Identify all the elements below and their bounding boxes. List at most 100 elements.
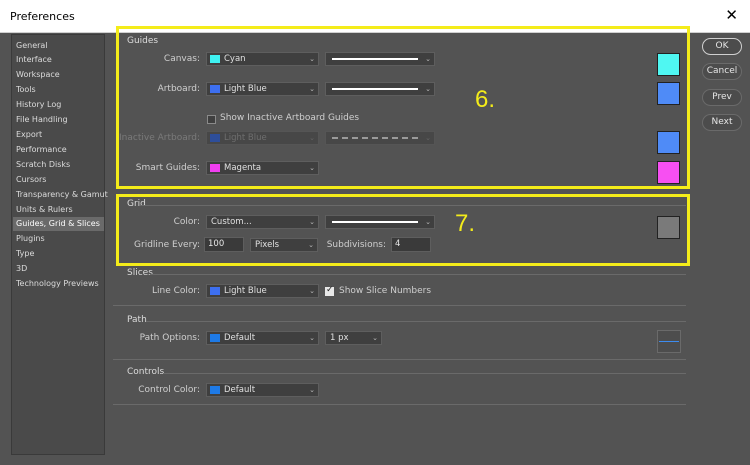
- show-slice-numbers-checkbox[interactable]: [325, 285, 334, 296]
- sidebar-item-history-log[interactable]: History Log: [16, 98, 61, 112]
- inactive-artboard-label: Inactive Artboard:: [119, 133, 200, 143]
- slices-bottom-divider: [113, 305, 686, 306]
- light-blue-swatch-icon: [210, 85, 220, 93]
- controls-bottom-divider: [113, 404, 686, 405]
- show-inactive-artboard-guides-label: Show Inactive Artboard Guides: [220, 113, 360, 123]
- gridline-unit-dropdown[interactable]: Pixels ⌄: [250, 238, 318, 252]
- sidebar-item-transparency[interactable]: Transparency & Gamut: [16, 188, 108, 202]
- sidebar-item-interface[interactable]: Interface: [16, 53, 52, 67]
- grid-style-dropdown[interactable]: ⌄: [325, 215, 435, 229]
- preferences-sidebar: General Interface Workspace Tools Histor…: [11, 34, 108, 455]
- canvas-color-swatch[interactable]: [657, 53, 680, 76]
- sidebar-item-units-rulers[interactable]: Units & Rulers: [16, 203, 73, 217]
- cancel-button[interactable]: Cancel: [702, 63, 742, 80]
- gridline-every-label: Gridline Every:: [134, 240, 200, 250]
- grid-color-value: Custom...: [211, 217, 252, 227]
- grid-color-dropdown[interactable]: Custom... ⌄: [206, 215, 319, 229]
- sidebar-item-scratch-disks[interactable]: Scratch Disks: [16, 158, 70, 172]
- guides-highlight-box: [116, 26, 690, 189]
- subdivisions-label: Subdivisions:: [326, 240, 386, 250]
- path-color-value: Default: [224, 333, 256, 343]
- sidebar-item-tools[interactable]: Tools: [16, 83, 36, 97]
- controls-section-title: Controls: [127, 367, 165, 377]
- chevron-down-icon: ⌄: [425, 85, 431, 93]
- annotation-number-six: 6.: [475, 86, 496, 113]
- path-width-dropdown[interactable]: 1 px ⌄: [325, 331, 382, 345]
- guides-section-title: Guides: [127, 36, 159, 46]
- chevron-down-icon: ⌄: [425, 218, 431, 226]
- path-color-dropdown[interactable]: Default ⌄: [206, 331, 319, 345]
- chevron-down-icon: ⌄: [425, 134, 431, 142]
- prev-button[interactable]: Prev: [702, 89, 742, 106]
- close-icon[interactable]: ✕: [725, 6, 738, 24]
- grid-section-title: Grid: [127, 199, 146, 209]
- smart-guides-color-dropdown[interactable]: Magenta ⌄: [206, 161, 319, 175]
- artboard-color-swatch[interactable]: [657, 82, 680, 105]
- path-section-divider: [146, 321, 686, 322]
- inactive-artboard-color-dropdown[interactable]: Light Blue ⌄: [206, 131, 319, 145]
- sidebar-item-type[interactable]: Type: [16, 247, 34, 261]
- chevron-down-icon: ⌄: [308, 241, 314, 249]
- sidebar-item-technology-previews[interactable]: Technology Previews: [16, 277, 99, 291]
- artboard-color-dropdown[interactable]: Light Blue ⌄: [206, 82, 319, 96]
- grid-color-label: Color:: [173, 217, 200, 227]
- artboard-color-value: Light Blue: [224, 84, 267, 94]
- path-bottom-divider: [113, 359, 686, 360]
- artboard-style-dropdown[interactable]: ⌄: [325, 82, 435, 96]
- control-color-value: Default: [224, 385, 256, 395]
- sidebar-item-workspace[interactable]: Workspace: [16, 68, 60, 82]
- smart-guides-label: Smart Guides:: [135, 163, 200, 173]
- sidebar-item-cursors[interactable]: Cursors: [16, 173, 46, 187]
- solid-line-icon: [332, 221, 418, 223]
- sidebar-item-file-handling[interactable]: File Handling: [16, 113, 68, 127]
- show-inactive-artboard-guides-checkbox[interactable]: [207, 115, 216, 124]
- artboard-label: Artboard:: [157, 84, 200, 94]
- window-title: Preferences: [10, 10, 75, 23]
- chevron-down-icon: ⌄: [309, 287, 315, 295]
- grid-color-swatch[interactable]: [657, 216, 680, 239]
- canvas-color-dropdown[interactable]: Cyan ⌄: [206, 52, 319, 66]
- slices-section-title: Slices: [127, 268, 153, 278]
- subdivisions-input[interactable]: 4: [391, 237, 431, 252]
- chevron-down-icon: ⌄: [425, 55, 431, 63]
- chevron-down-icon: ⌄: [372, 334, 378, 342]
- path-preview: [657, 330, 681, 353]
- magenta-swatch-icon: [210, 164, 220, 172]
- sidebar-item-export[interactable]: Export: [16, 128, 42, 142]
- light-blue-swatch-icon: [210, 287, 220, 295]
- next-button[interactable]: Next: [702, 114, 742, 131]
- canvas-color-value: Cyan: [224, 54, 246, 64]
- sidebar-item-performance[interactable]: Performance: [16, 143, 67, 157]
- slice-line-color-dropdown[interactable]: Light Blue ⌄: [206, 284, 319, 298]
- show-slice-numbers-label: Show Slice Numbers: [339, 286, 432, 296]
- canvas-style-dropdown[interactable]: ⌄: [325, 52, 435, 66]
- inactive-artboard-color-swatch[interactable]: [657, 131, 680, 154]
- gridline-every-input[interactable]: 100: [204, 237, 244, 252]
- chevron-down-icon: ⌄: [309, 334, 315, 342]
- light-blue-swatch-icon: [210, 134, 220, 142]
- sidebar-item-plugins[interactable]: Plugins: [16, 232, 45, 246]
- control-color-label: Control Color:: [138, 385, 200, 395]
- path-width-value: 1 px: [330, 333, 349, 343]
- dashed-line-icon: [332, 137, 418, 139]
- chevron-down-icon: ⌄: [309, 55, 315, 63]
- chevron-down-icon: ⌄: [309, 218, 315, 226]
- slices-section-divider: [150, 274, 686, 275]
- cyan-swatch-icon: [210, 55, 220, 63]
- default-blue-swatch-icon: [210, 386, 220, 394]
- solid-line-icon: [332, 88, 418, 90]
- chevron-down-icon: ⌄: [309, 85, 315, 93]
- sidebar-item-guides-grid-slices[interactable]: Guides, Grid & Slices: [13, 217, 104, 231]
- sidebar-item-general[interactable]: General: [16, 39, 48, 53]
- chevron-down-icon: ⌄: [309, 386, 315, 394]
- inactive-artboard-style-dropdown[interactable]: ⌄: [325, 131, 435, 145]
- slice-line-color-label: Line Color:: [152, 286, 200, 296]
- slice-line-color-value: Light Blue: [224, 286, 267, 296]
- sidebar-item-3d[interactable]: 3D: [16, 262, 27, 276]
- smart-guides-color-swatch[interactable]: [657, 161, 680, 184]
- path-section-title: Path: [127, 315, 147, 325]
- title-bar: Preferences ✕: [0, 0, 750, 33]
- ok-button[interactable]: OK: [702, 38, 742, 55]
- grid-section-divider: [140, 205, 686, 206]
- control-color-dropdown[interactable]: Default ⌄: [206, 383, 319, 397]
